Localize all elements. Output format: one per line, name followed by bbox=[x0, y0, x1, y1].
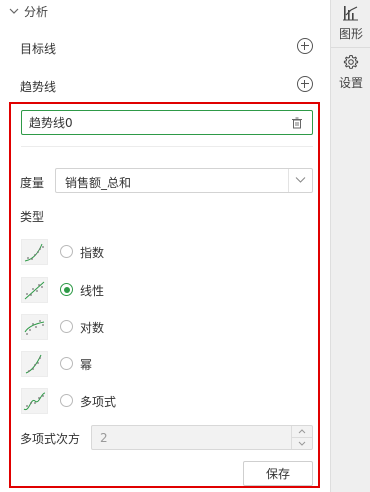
save-button[interactable]: 保存 bbox=[243, 461, 313, 486]
type-label: 类型 bbox=[20, 210, 45, 224]
delete-icon[interactable] bbox=[291, 117, 303, 129]
polynomial-degree-stepper[interactable] bbox=[291, 426, 312, 449]
type-option-power[interactable]: 幂 bbox=[21, 351, 221, 377]
gear-icon bbox=[343, 54, 359, 69]
measure-dropdown-toggle[interactable] bbox=[288, 169, 312, 192]
exponential-chart-icon bbox=[21, 239, 48, 265]
type-option-polynomial[interactable]: 多项式 bbox=[21, 388, 221, 414]
chevron-down-icon bbox=[9, 8, 19, 14]
polynomial-degree-label: 多项式次方 bbox=[20, 432, 81, 446]
type-option-label: 多项式 bbox=[80, 395, 117, 409]
rail-divider bbox=[331, 47, 370, 48]
type-option-label: 线性 bbox=[80, 284, 105, 298]
trend-line-name-input[interactable] bbox=[29, 114, 279, 131]
target-line-label: 目标线 bbox=[20, 42, 57, 56]
divider bbox=[21, 146, 313, 147]
trend-line-label: 趋势线 bbox=[20, 80, 57, 94]
linear-chart-icon bbox=[21, 277, 48, 303]
type-option-linear[interactable]: 线性 bbox=[21, 277, 221, 303]
chevron-up-icon bbox=[298, 429, 306, 434]
rail-label-settings: 设置 bbox=[338, 76, 363, 90]
rail-label-chart: 图形 bbox=[338, 27, 363, 41]
chevron-down-icon bbox=[298, 441, 306, 446]
right-toolbar: 图形 设置 bbox=[330, 0, 370, 492]
type-option-label: 对数 bbox=[80, 321, 105, 335]
radio-logarithmic[interactable] bbox=[60, 320, 73, 333]
chart-icon bbox=[343, 6, 358, 21]
rail-tab-chart[interactable]: 图形 bbox=[331, 5, 370, 42]
measure-label: 度量 bbox=[20, 176, 45, 190]
type-option-exponential[interactable]: 指数 bbox=[21, 239, 221, 265]
radio-polynomial[interactable] bbox=[60, 394, 73, 407]
type-option-logarithmic[interactable]: 对数 bbox=[21, 314, 221, 340]
rail-tab-settings[interactable]: 设置 bbox=[331, 54, 370, 91]
polynomial-degree-field[interactable] bbox=[91, 425, 313, 450]
trend-line-name-field[interactable] bbox=[21, 110, 313, 135]
logarithmic-chart-icon bbox=[21, 314, 48, 340]
polynomial-degree-input[interactable] bbox=[100, 430, 280, 446]
type-option-label: 幂 bbox=[80, 358, 93, 372]
measure-select[interactable]: 销售额_总和 bbox=[55, 168, 313, 193]
chevron-down-icon bbox=[295, 177, 306, 183]
power-chart-icon bbox=[21, 351, 48, 377]
increment-button[interactable] bbox=[292, 426, 312, 438]
analysis-panel: 分析 目标线 趋势线 度量 销售额_总和 类型 bbox=[0, 0, 330, 492]
section-header-analysis[interactable]: 分析 bbox=[8, 3, 48, 19]
add-target-line-button[interactable] bbox=[297, 38, 313, 54]
type-option-label: 指数 bbox=[80, 246, 105, 260]
add-trend-line-button[interactable] bbox=[297, 76, 313, 92]
decrement-button[interactable] bbox=[292, 438, 312, 449]
measure-select-value: 销售额_总和 bbox=[65, 176, 132, 190]
radio-power[interactable] bbox=[60, 357, 73, 370]
radio-exponential[interactable] bbox=[60, 245, 73, 258]
polynomial-chart-icon bbox=[21, 388, 48, 414]
section-title: 分析 bbox=[24, 4, 49, 19]
radio-linear[interactable] bbox=[60, 283, 73, 296]
